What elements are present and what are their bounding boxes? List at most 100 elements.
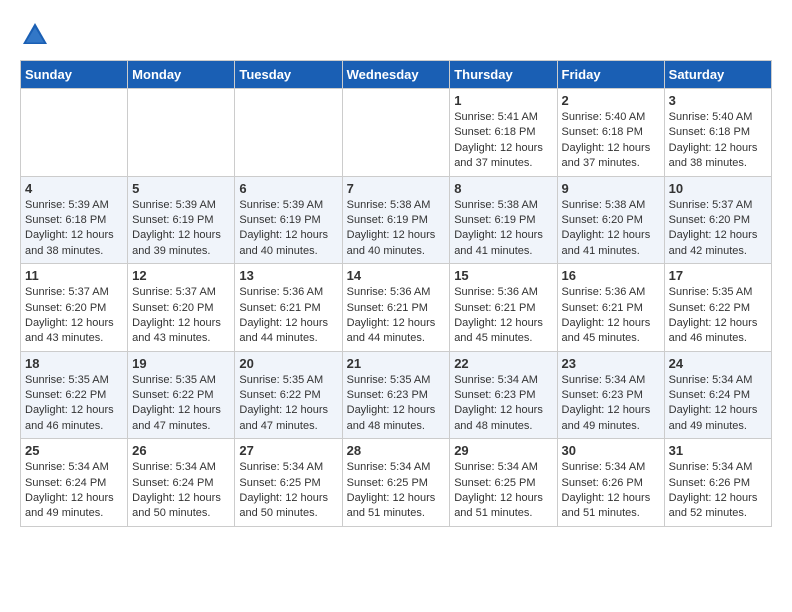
calendar-cell: 20 Sunrise: 5:35 AM Sunset: 6:22 PM Dayli… [235, 351, 342, 439]
calendar-cell [342, 89, 450, 177]
calendar-cell: 7 Sunrise: 5:38 AM Sunset: 6:19 PM Daylig… [342, 176, 450, 264]
day-number: 30 [562, 443, 660, 458]
day-number: 20 [239, 356, 337, 371]
calendar-cell: 8Sunrise: 5:38 AM Sunset: 6:19 PM Daylig… [450, 176, 557, 264]
day-number: 14 [347, 268, 446, 283]
week-row-0: 1 Sunrise: 5:41 AM Sunset: 6:18 PM Daylig… [21, 89, 772, 177]
day-info: Sunrise: 5:35 AM Sunset: 6:23 PM Dayligh… [347, 373, 446, 435]
day-info: Sunrise: 5:39 AM Sunset: 6:19 PM Dayligh… [239, 198, 337, 260]
day-number: 10 [669, 181, 767, 196]
calendar-cell: 29 Sunrise: 5:34 AM Sunset: 6:25 PM Dayli… [450, 439, 557, 527]
header-monday: Monday [128, 61, 235, 89]
day-info: Sunrise: 5:34 AM Sunset: 6:23 PM Dayligh… [562, 373, 660, 435]
day-number: 17 [669, 268, 767, 283]
day-number: 7 [347, 181, 446, 196]
calendar-cell: 21 Sunrise: 5:35 AM Sunset: 6:23 PM Dayli… [342, 351, 450, 439]
calendar-cell: 3 Sunrise: 5:40 AM Sunset: 6:18 PM Daylig… [664, 89, 771, 177]
logo [20, 20, 56, 50]
day-number: 2 [562, 93, 660, 108]
day-number: 22 [454, 356, 552, 371]
calendar-cell: 17 Sunrise: 5:35 AM Sunset: 6:22 PM Dayli… [664, 264, 771, 352]
day-number: 26 [132, 443, 230, 458]
logo-icon [20, 20, 50, 50]
calendar-cell: 5Sunrise: 5:39 AM Sunset: 6:19 PM Daylig… [128, 176, 235, 264]
day-number: 31 [669, 443, 767, 458]
day-info: Sunrise: 5:34 AM Sunset: 6:24 PM Dayligh… [669, 373, 767, 435]
day-info: Sunrise: 5:40 AM Sunset: 6:18 PM Dayligh… [669, 110, 767, 172]
day-info: Sunrise: 5:41 AM Sunset: 6:18 PM Dayligh… [454, 110, 552, 172]
day-number: 23 [562, 356, 660, 371]
calendar-cell: 18 Sunrise: 5:35 AM Sunset: 6:22 PM Dayli… [21, 351, 128, 439]
day-info: Sunrise: 5:34 AM Sunset: 6:24 PM Dayligh… [25, 460, 123, 522]
day-number: 18 [25, 356, 123, 371]
calendar-cell: 12Sunrise: 5:37 AM Sunset: 6:20 PM Dayli… [128, 264, 235, 352]
day-number: 12 [132, 268, 230, 283]
day-info: Sunrise: 5:35 AM Sunset: 6:22 PM Dayligh… [669, 285, 767, 347]
calendar-cell: 27 Sunrise: 5:34 AM Sunset: 6:25 PM Dayli… [235, 439, 342, 527]
day-info: Sunrise: 5:35 AM Sunset: 6:22 PM Dayligh… [239, 373, 337, 435]
calendar-cell: 4 Sunrise: 5:39 AM Sunset: 6:18 PM Daylig… [21, 176, 128, 264]
calendar-cell: 14 Sunrise: 5:36 AM Sunset: 6:21 PM Dayli… [342, 264, 450, 352]
calendar-cell: 22 Sunrise: 5:34 AM Sunset: 6:23 PM Dayli… [450, 351, 557, 439]
day-info: Sunrise: 5:34 AM Sunset: 6:25 PM Dayligh… [454, 460, 552, 522]
day-number: 24 [669, 356, 767, 371]
calendar-cell: 13Sunrise: 5:36 AM Sunset: 6:21 PM Dayli… [235, 264, 342, 352]
calendar-cell [128, 89, 235, 177]
day-number: 29 [454, 443, 552, 458]
header-wednesday: Wednesday [342, 61, 450, 89]
day-info: Sunrise: 5:34 AM Sunset: 6:25 PM Dayligh… [239, 460, 337, 522]
day-number: 19 [132, 356, 230, 371]
calendar-cell: 31 Sunrise: 5:34 AM Sunset: 6:26 PM Dayli… [664, 439, 771, 527]
day-info: Sunrise: 5:34 AM Sunset: 6:24 PM Dayligh… [132, 460, 230, 522]
week-row-4: 25 Sunrise: 5:34 AM Sunset: 6:24 PM Dayli… [21, 439, 772, 527]
day-info: Sunrise: 5:38 AM Sunset: 6:19 PM Dayligh… [454, 198, 552, 260]
calendar-cell: 1 Sunrise: 5:41 AM Sunset: 6:18 PM Daylig… [450, 89, 557, 177]
header-tuesday: Tuesday [235, 61, 342, 89]
header-row: SundayMondayTuesdayWednesdayThursdayFrid… [21, 61, 772, 89]
calendar-cell [235, 89, 342, 177]
day-info: Sunrise: 5:40 AM Sunset: 6:18 PM Dayligh… [562, 110, 660, 172]
day-info: Sunrise: 5:34 AM Sunset: 6:26 PM Dayligh… [562, 460, 660, 522]
day-number: 21 [347, 356, 446, 371]
day-info: Sunrise: 5:34 AM Sunset: 6:23 PM Dayligh… [454, 373, 552, 435]
day-number: 4 [25, 181, 123, 196]
week-row-1: 4 Sunrise: 5:39 AM Sunset: 6:18 PM Daylig… [21, 176, 772, 264]
day-info: Sunrise: 5:38 AM Sunset: 6:20 PM Dayligh… [562, 198, 660, 260]
day-info: Sunrise: 5:36 AM Sunset: 6:21 PM Dayligh… [562, 285, 660, 347]
calendar-cell: 11Sunrise: 5:37 AM Sunset: 6:20 PM Dayli… [21, 264, 128, 352]
calendar-cell: 9 Sunrise: 5:38 AM Sunset: 6:20 PM Daylig… [557, 176, 664, 264]
calendar-cell: 10 Sunrise: 5:37 AM Sunset: 6:20 PM Dayli… [664, 176, 771, 264]
day-number: 27 [239, 443, 337, 458]
calendar-table: SundayMondayTuesdayWednesdayThursdayFrid… [20, 60, 772, 527]
day-number: 9 [562, 181, 660, 196]
week-row-2: 11Sunrise: 5:37 AM Sunset: 6:20 PM Dayli… [21, 264, 772, 352]
day-number: 6 [239, 181, 337, 196]
day-info: Sunrise: 5:35 AM Sunset: 6:22 PM Dayligh… [25, 373, 123, 435]
day-number: 28 [347, 443, 446, 458]
calendar-cell: 16 Sunrise: 5:36 AM Sunset: 6:21 PM Dayli… [557, 264, 664, 352]
day-number: 16 [562, 268, 660, 283]
page: SundayMondayTuesdayWednesdayThursdayFrid… [0, 0, 792, 547]
day-info: Sunrise: 5:36 AM Sunset: 6:21 PM Dayligh… [347, 285, 446, 347]
calendar-cell: 26 Sunrise: 5:34 AM Sunset: 6:24 PM Dayli… [128, 439, 235, 527]
header-saturday: Saturday [664, 61, 771, 89]
calendar-cell: 24 Sunrise: 5:34 AM Sunset: 6:24 PM Dayli… [664, 351, 771, 439]
day-number: 5 [132, 181, 230, 196]
day-number: 1 [454, 93, 552, 108]
day-info: Sunrise: 5:37 AM Sunset: 6:20 PM Dayligh… [669, 198, 767, 260]
day-info: Sunrise: 5:34 AM Sunset: 6:26 PM Dayligh… [669, 460, 767, 522]
day-number: 11 [25, 268, 123, 283]
day-info: Sunrise: 5:34 AM Sunset: 6:25 PM Dayligh… [347, 460, 446, 522]
calendar-cell: 30 Sunrise: 5:34 AM Sunset: 6:26 PM Dayli… [557, 439, 664, 527]
day-info: Sunrise: 5:35 AM Sunset: 6:22 PM Dayligh… [132, 373, 230, 435]
day-number: 15 [454, 268, 552, 283]
week-row-3: 18 Sunrise: 5:35 AM Sunset: 6:22 PM Dayli… [21, 351, 772, 439]
header-sunday: Sunday [21, 61, 128, 89]
day-info: Sunrise: 5:36 AM Sunset: 6:21 PM Dayligh… [239, 285, 337, 347]
day-number: 25 [25, 443, 123, 458]
day-info: Sunrise: 5:38 AM Sunset: 6:19 PM Dayligh… [347, 198, 446, 260]
day-info: Sunrise: 5:39 AM Sunset: 6:18 PM Dayligh… [25, 198, 123, 260]
day-number: 3 [669, 93, 767, 108]
header [20, 20, 772, 50]
calendar-cell: 19 Sunrise: 5:35 AM Sunset: 6:22 PM Dayli… [128, 351, 235, 439]
